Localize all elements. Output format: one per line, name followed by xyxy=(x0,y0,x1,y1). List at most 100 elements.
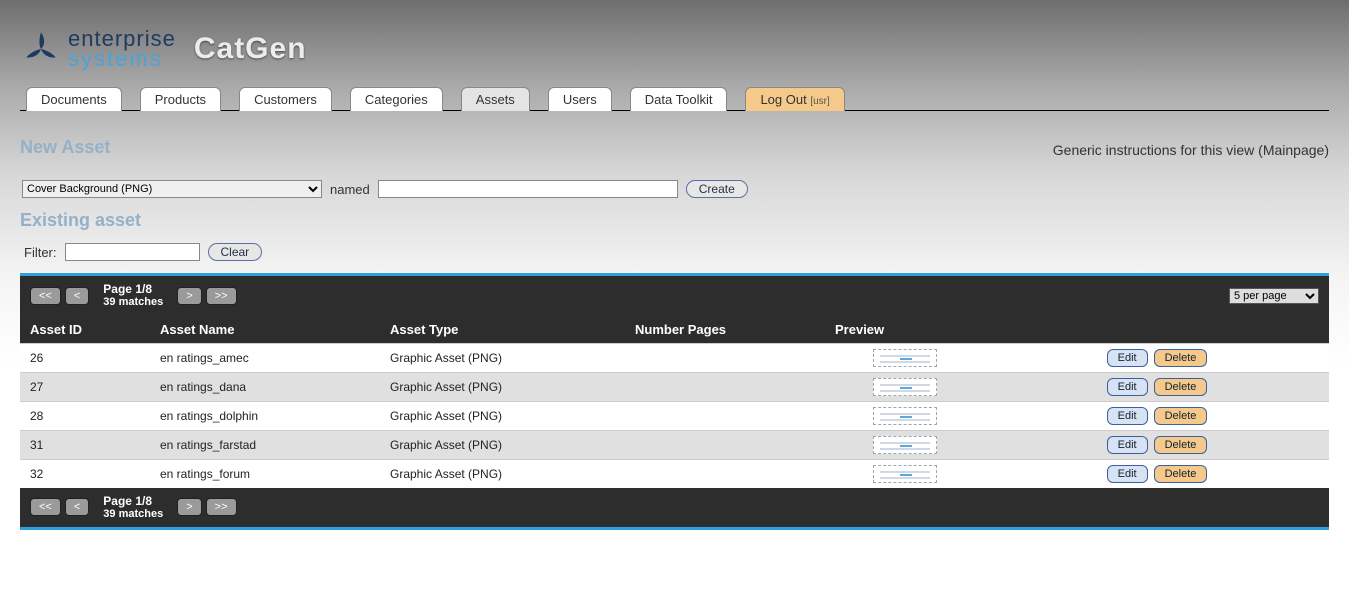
pager-bottom: << < Page 1/8 39 matches > >> xyxy=(20,488,1329,531)
cell-asset-name: en ratings_dana xyxy=(150,372,380,401)
cell-asset-type: Graphic Asset (PNG) xyxy=(380,430,625,459)
logout-user: [usr] xyxy=(810,96,829,107)
col-asset-name: Asset Name xyxy=(150,316,380,344)
col-asset-type: Asset Type xyxy=(380,316,625,344)
tab-assets[interactable]: Assets xyxy=(461,87,530,111)
edit-button[interactable]: Edit xyxy=(1107,465,1148,483)
app-title: CatGen xyxy=(194,32,307,66)
cell-asset-id: 28 xyxy=(20,401,150,430)
pager-top: << < Page 1/8 39 matches > >> 5 per page xyxy=(20,273,1329,316)
pager-page-text: Page 1/8 xyxy=(103,282,152,296)
delete-button[interactable]: Delete xyxy=(1154,378,1208,396)
preview-thumbnail[interactable] xyxy=(873,465,937,483)
cell-actions: Edit Delete xyxy=(985,459,1329,488)
tab-customers[interactable]: Customers xyxy=(239,87,332,111)
cell-asset-id: 31 xyxy=(20,430,150,459)
main-tabs: Documents Products Customers Categories … xyxy=(20,86,1329,111)
asset-type-select[interactable]: Cover Background (PNG) xyxy=(22,180,322,198)
asset-table: Asset ID Asset Name Asset Type Number Pa… xyxy=(20,316,1329,488)
brand-line2: systems xyxy=(68,48,176,70)
cell-actions: Edit Delete xyxy=(985,401,1329,430)
cell-number-pages xyxy=(625,430,825,459)
table-row: 27en ratings_danaGraphic Asset (PNG) Edit… xyxy=(20,372,1329,401)
delete-button[interactable]: Delete xyxy=(1154,407,1208,425)
table-row: 32en ratings_forumGraphic Asset (PNG)Edi… xyxy=(20,459,1329,488)
col-actions xyxy=(985,316,1329,344)
filter-row: Filter: Clear xyxy=(24,243,1329,261)
edit-button[interactable]: Edit xyxy=(1107,349,1148,367)
cell-preview xyxy=(825,430,985,459)
cell-actions: Edit Delete xyxy=(985,430,1329,459)
preview-thumbnail[interactable] xyxy=(873,378,937,396)
delete-button[interactable]: Delete xyxy=(1154,465,1208,483)
cell-asset-type: Graphic Asset (PNG) xyxy=(380,343,625,372)
asset-name-input[interactable] xyxy=(378,180,678,198)
new-asset-heading: New Asset xyxy=(20,137,110,158)
cell-asset-type: Graphic Asset (PNG) xyxy=(380,401,625,430)
brand-text: enterprise systems xyxy=(68,28,176,70)
cell-preview xyxy=(825,343,985,372)
edit-button[interactable]: Edit xyxy=(1107,436,1148,454)
cell-asset-type: Graphic Asset (PNG) xyxy=(380,372,625,401)
pager-first-button[interactable]: << xyxy=(30,287,61,305)
asset-grid: << < Page 1/8 39 matches > >> 5 per page xyxy=(20,273,1329,530)
col-preview: Preview xyxy=(825,316,985,344)
edit-button[interactable]: Edit xyxy=(1107,407,1148,425)
cell-number-pages xyxy=(625,459,825,488)
pager-info: Page 1/8 39 matches xyxy=(103,282,163,310)
pager-prev-button[interactable]: < xyxy=(65,498,89,516)
pager-matches-text: 39 matches xyxy=(103,296,163,309)
pager-first-button[interactable]: << xyxy=(30,498,61,516)
table-row: 26en ratings_amecGraphic Asset (PNG) Edit… xyxy=(20,343,1329,372)
tab-documents[interactable]: Documents xyxy=(26,87,122,111)
preview-thumbnail[interactable] xyxy=(873,407,937,425)
brand-logo-icon xyxy=(20,28,62,70)
edit-button[interactable]: Edit xyxy=(1107,378,1148,396)
pager-next-button[interactable]: > xyxy=(177,498,201,516)
pager-matches-text: 39 matches xyxy=(103,508,163,521)
cell-number-pages xyxy=(625,372,825,401)
preview-thumbnail[interactable] xyxy=(873,349,937,367)
header: enterprise systems CatGen xyxy=(20,0,1329,80)
cell-preview xyxy=(825,459,985,488)
tab-logout[interactable]: Log Out [usr] xyxy=(745,87,844,111)
new-asset-form: Cover Background (PNG) named Create xyxy=(22,180,1329,198)
tab-products[interactable]: Products xyxy=(140,87,221,111)
logout-label: Log Out xyxy=(760,92,806,107)
cell-asset-id: 26 xyxy=(20,343,150,372)
table-row: 28en ratings_dolphinGraphic Asset (PNG)E… xyxy=(20,401,1329,430)
cell-number-pages xyxy=(625,401,825,430)
pager-last-button[interactable]: >> xyxy=(206,287,237,305)
table-row: 31en ratings_farstadGraphic Asset (PNG) E… xyxy=(20,430,1329,459)
col-asset-id: Asset ID xyxy=(20,316,150,344)
cell-preview xyxy=(825,401,985,430)
cell-actions: Edit Delete xyxy=(985,372,1329,401)
cell-preview xyxy=(825,372,985,401)
tab-categories[interactable]: Categories xyxy=(350,87,443,111)
delete-button[interactable]: Delete xyxy=(1154,436,1208,454)
col-number-pages: Number Pages xyxy=(625,316,825,344)
pager-info: Page 1/8 39 matches xyxy=(103,494,163,522)
per-page-select[interactable]: 5 per page xyxy=(1229,288,1319,304)
tab-data-toolkit[interactable]: Data Toolkit xyxy=(630,87,728,111)
pager-next-button[interactable]: > xyxy=(177,287,201,305)
pager-last-button[interactable]: >> xyxy=(206,498,237,516)
cell-asset-name: en ratings_farstad xyxy=(150,430,380,459)
cell-number-pages xyxy=(625,343,825,372)
view-instructions: Generic instructions for this view (Main… xyxy=(1053,142,1329,158)
cell-asset-id: 32 xyxy=(20,459,150,488)
clear-button[interactable]: Clear xyxy=(208,243,263,261)
cell-actions: Edit Delete xyxy=(985,343,1329,372)
tab-users[interactable]: Users xyxy=(548,87,612,111)
cell-asset-name: en ratings_forum xyxy=(150,459,380,488)
filter-label: Filter: xyxy=(24,245,57,260)
cell-asset-id: 27 xyxy=(20,372,150,401)
existing-asset-heading: Existing asset xyxy=(20,210,1329,231)
named-label: named xyxy=(330,182,370,197)
preview-thumbnail[interactable] xyxy=(873,436,937,454)
filter-input[interactable] xyxy=(65,243,200,261)
cell-asset-name: en ratings_amec xyxy=(150,343,380,372)
delete-button[interactable]: Delete xyxy=(1154,349,1208,367)
pager-prev-button[interactable]: < xyxy=(65,287,89,305)
create-button[interactable]: Create xyxy=(686,180,748,198)
